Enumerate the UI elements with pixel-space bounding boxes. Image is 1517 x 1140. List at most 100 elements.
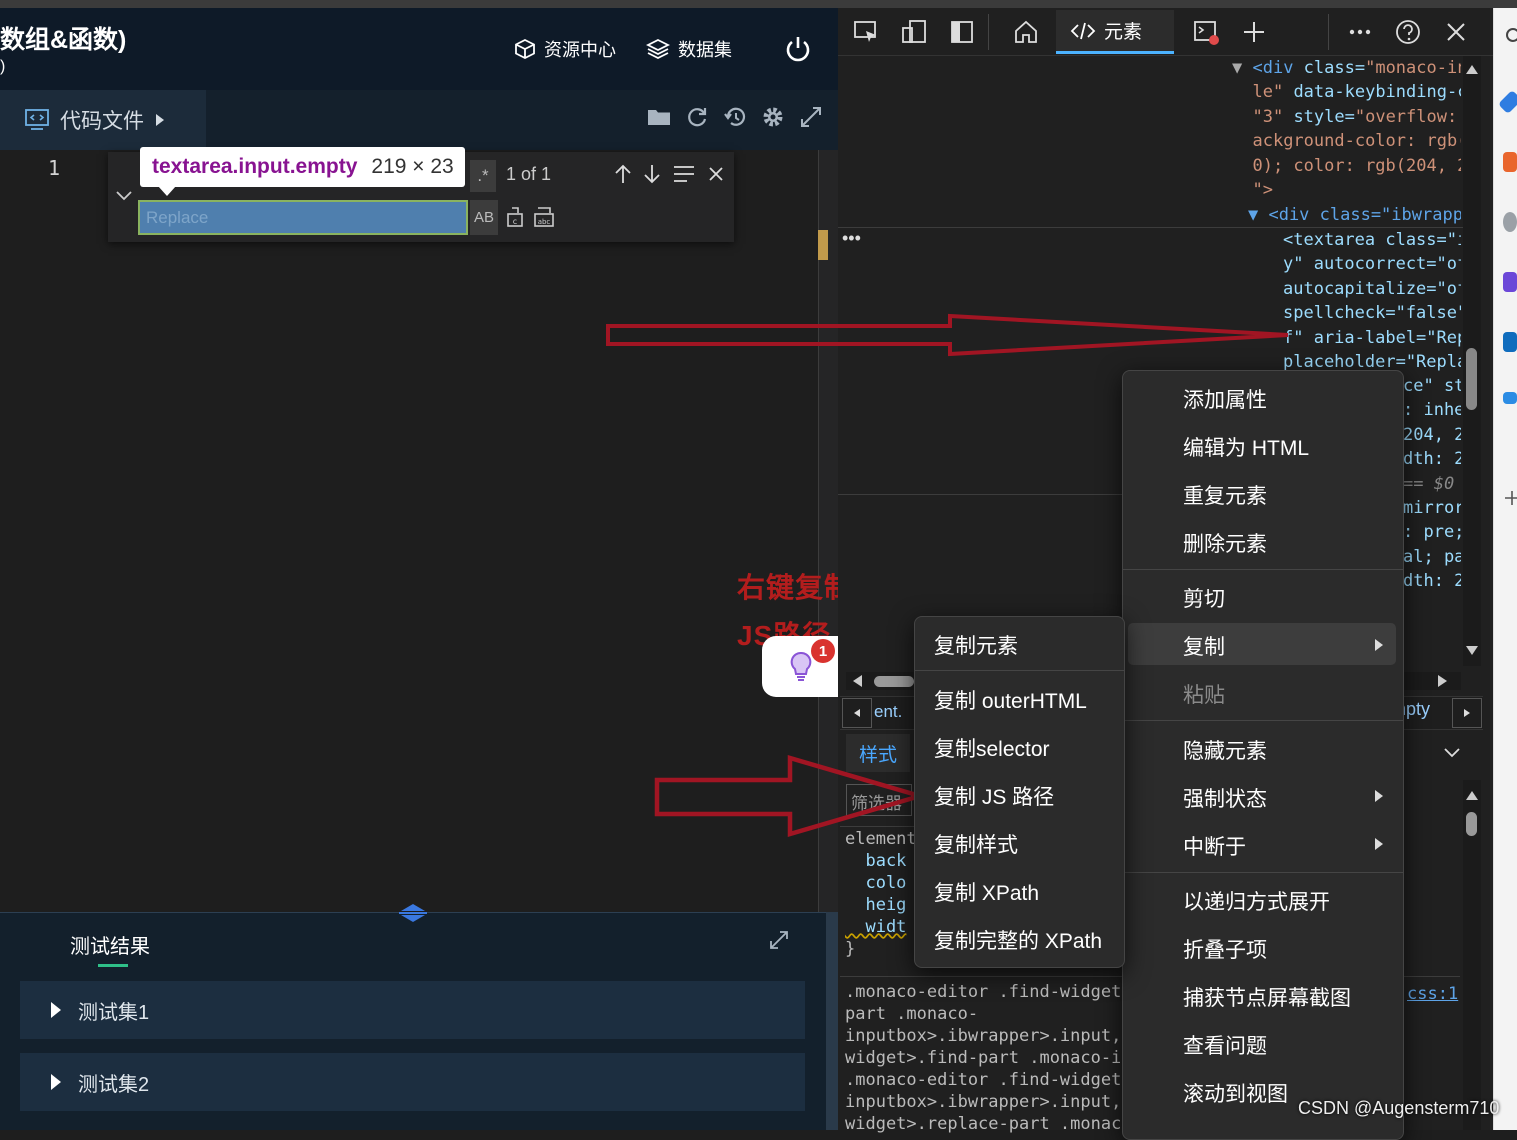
profile-icon[interactable] — [1503, 212, 1517, 232]
more-options-icon[interactable] — [1346, 18, 1374, 46]
annotation-right-click-copy: 右键复制 — [737, 572, 854, 603]
caret-right-icon — [1375, 790, 1383, 802]
menu-separator — [915, 670, 1124, 671]
dom-line: ▼ <div class="monaco-inp — [1232, 58, 1461, 78]
dom-node-textarea[interactable]: <textarea class="i y" autocorrect="of au… — [1283, 228, 1461, 374]
panel-resize-handle[interactable] — [395, 902, 431, 924]
menu-item-hide-element[interactable]: 隐藏元素 — [1183, 735, 1267, 765]
help-icon[interactable] — [1394, 18, 1422, 46]
chevron-down-icon[interactable] — [114, 188, 134, 204]
test-suite-label: 测试集2 — [78, 1073, 150, 1096]
scroll-up-icon[interactable] — [1464, 62, 1480, 76]
regex-toggle[interactable]: .* — [470, 160, 496, 192]
home-icon[interactable] — [1012, 18, 1040, 46]
history-icon[interactable] — [722, 104, 748, 130]
menu-item-duplicate[interactable]: 重复元素 — [1183, 480, 1267, 510]
folder-icon[interactable] — [646, 104, 672, 130]
dom-node-monaco-input[interactable]: ▼ <div class="monaco-inp le" data-keybin… — [1232, 56, 1461, 202]
replace-all-icon[interactable]: abc — [532, 205, 556, 229]
plus-icon[interactable] — [1240, 18, 1268, 46]
code-files-tab[interactable]: 代码文件 — [0, 90, 206, 150]
resource-center-button[interactable]: 资源中心 — [514, 34, 616, 64]
crumb-scroll-left[interactable] — [842, 698, 872, 728]
dom-overflow-fragments: ce" st : inhe 204, 2 dth: 2 == $0 mirror… — [1403, 376, 1461, 592]
menu-item-collapse-children[interactable]: 折叠子项 — [1183, 934, 1267, 964]
arrow-up-icon[interactable] — [612, 163, 634, 185]
test-suite-row[interactable]: 测试集1 — [20, 981, 805, 1039]
code-brackets-icon — [1070, 22, 1096, 39]
search-icon[interactable] — [1503, 25, 1517, 45]
dock-side-icon[interactable] — [948, 18, 976, 46]
menu-separator — [1123, 569, 1403, 570]
preserve-case-toggle[interactable]: AB — [470, 200, 498, 235]
menu-item-copy-element[interactable]: 复制元素 — [934, 630, 1018, 660]
page-title: 数组&函数) — [0, 26, 127, 54]
menu-item-capture-screenshot[interactable]: 捕获节点屏幕截图 — [1183, 982, 1351, 1012]
find-widget-style-rule[interactable]: .monaco-editor .find-widget> part .monac… — [845, 981, 1120, 1135]
panel-scrollbar[interactable] — [826, 912, 838, 1130]
close-icon[interactable] — [1442, 18, 1470, 46]
tab-elements[interactable]: 元素 — [1056, 10, 1174, 54]
menu-item-force-state[interactable]: 强制状态 — [1183, 783, 1267, 813]
dom-scrollbar-thumb[interactable] — [1466, 348, 1477, 410]
shopping-icon[interactable] — [1503, 152, 1517, 172]
breadcrumb-item[interactable]: ent. — [874, 702, 902, 722]
test-results-title[interactable]: 测试结果 — [70, 930, 150, 959]
more-icon[interactable]: ••• — [842, 228, 861, 249]
menu-item-copy-js-path[interactable]: 复制 JS 路径 — [934, 781, 1054, 811]
test-suite-row[interactable]: 测试集2 — [20, 1053, 805, 1111]
menu-item-view-issues[interactable]: 查看问题 — [1183, 1030, 1267, 1060]
send-icon[interactable] — [1503, 392, 1517, 404]
inspect-element-icon[interactable] — [852, 18, 880, 46]
close-icon[interactable] — [706, 164, 726, 184]
selection-lines-icon[interactable] — [672, 164, 696, 184]
chevron-down-icon[interactable] — [1442, 745, 1462, 761]
menu-item-copy-selector[interactable]: 复制selector — [934, 733, 1050, 763]
dataset-button[interactable]: 数据集 — [646, 34, 732, 64]
dom-divider — [838, 494, 1128, 495]
replace-one-icon[interactable]: c — [504, 205, 526, 229]
horizontal-scrollbar-thumb[interactable] — [874, 676, 914, 687]
menu-item-copy-styles[interactable]: 复制样式 — [934, 829, 1018, 859]
refresh-icon[interactable] — [684, 104, 710, 130]
scroll-up-icon[interactable] — [1464, 788, 1480, 802]
browser-top-strip — [0, 0, 1517, 8]
expand-icon[interactable] — [768, 929, 790, 951]
menu-item-add-attribute[interactable]: 添加属性 — [1183, 384, 1267, 414]
office-icon[interactable] — [1503, 272, 1517, 292]
outlook-icon[interactable] — [1503, 332, 1517, 352]
crumb-scroll-right[interactable] — [1452, 698, 1482, 728]
expand-icon[interactable] — [798, 104, 824, 130]
console-icon[interactable] — [1192, 18, 1220, 46]
dom-line: "> — [1252, 180, 1273, 201]
scroll-left-icon[interactable] — [850, 673, 864, 689]
cube-icon — [515, 38, 535, 60]
style-source-link[interactable]: css:1 — [1407, 984, 1458, 1004]
menu-item-delete[interactable]: 删除元素 — [1183, 528, 1267, 558]
gear-icon[interactable] — [760, 104, 786, 130]
styles-scrollbar-thumb[interactable] — [1466, 812, 1477, 836]
menu-item-copy-outerhtml[interactable]: 复制 outerHTML — [934, 685, 1087, 715]
menu-item-cut[interactable]: 剪切 — [1183, 583, 1225, 613]
plus-icon[interactable] — [1503, 488, 1517, 508]
dom-node-ibwrapper[interactable]: ▼ <div class="ibwrappe — [1248, 203, 1461, 227]
replace-placeholder: Replace — [146, 208, 209, 227]
device-emulation-icon[interactable] — [900, 18, 928, 46]
tooltip-size: 219 × 23 — [371, 155, 454, 178]
layers-icon — [646, 38, 670, 60]
scroll-right-icon[interactable] — [1436, 673, 1450, 689]
menu-item-copy[interactable]: 复制 — [1183, 631, 1225, 661]
menu-item-expand-recursively[interactable]: 以递归方式展开 — [1183, 886, 1330, 916]
menu-item-edit-html[interactable]: 编辑为 HTML — [1183, 432, 1309, 462]
line-number: 1 — [47, 156, 61, 180]
arrow-down-icon[interactable] — [641, 163, 663, 185]
menu-item-break-on[interactable]: 中断于 — [1183, 831, 1246, 861]
scroll-down-icon[interactable] — [1464, 644, 1480, 658]
breadcrumb-item-selected[interactable]: npty — [1396, 699, 1452, 727]
tooltip-pointer — [158, 186, 176, 196]
menu-item-scroll-into-view[interactable]: 滚动到视图 — [1183, 1078, 1288, 1108]
menu-item-copy-xpath[interactable]: 复制 XPath — [934, 877, 1039, 907]
power-icon[interactable] — [784, 34, 812, 64]
element-style-rule[interactable]: element. back colo heig widt } — [845, 828, 915, 960]
menu-item-copy-full-xpath[interactable]: 复制完整的 XPath — [934, 925, 1102, 955]
